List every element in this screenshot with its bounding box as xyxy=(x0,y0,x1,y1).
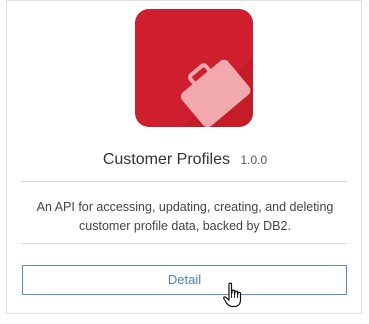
api-card: Customer Profiles 1.0.0 An API for acces… xyxy=(6,0,362,314)
briefcase-icon xyxy=(181,57,253,127)
detail-button[interactable]: Detail xyxy=(22,265,347,295)
api-description: An API for accessing, updating, creating… xyxy=(36,200,334,233)
api-logo-tile xyxy=(135,9,253,127)
api-title-row: Customer Profiles 1.0.0 xyxy=(7,151,363,169)
hand-pointer-cursor-icon xyxy=(223,282,242,308)
divider xyxy=(21,243,347,244)
api-title: Customer Profiles xyxy=(102,151,230,168)
divider xyxy=(21,181,347,182)
api-version: 1.0.0 xyxy=(240,153,268,167)
